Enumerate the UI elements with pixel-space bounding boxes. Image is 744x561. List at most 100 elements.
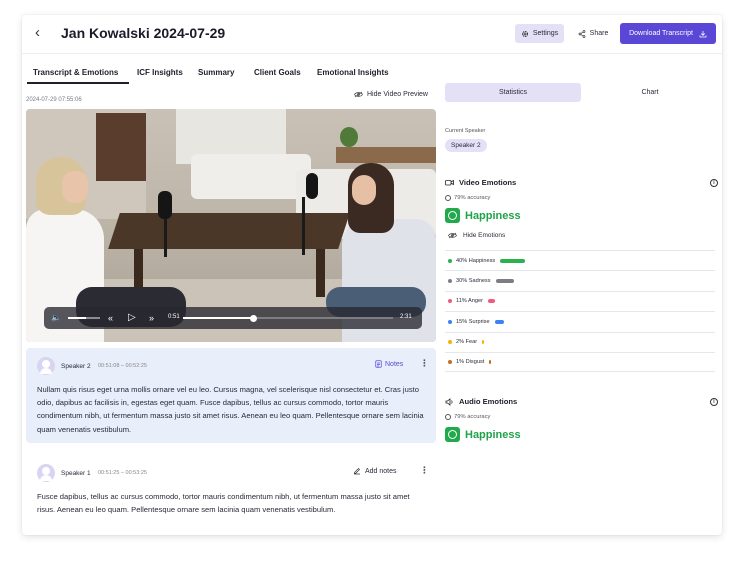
video-emotions-title: Video Emotions <box>445 178 516 187</box>
emotion-label: 11% Anger <box>456 298 483 305</box>
active-tab-indicator <box>27 82 129 84</box>
segment-time: 00:51:25 – 00:53:25 <box>98 470 147 476</box>
emotion-row: 1% Disgust <box>445 351 715 373</box>
info-icon[interactable]: i <box>710 179 718 187</box>
video-camera-icon <box>445 179 454 186</box>
note-icon <box>375 360 382 368</box>
emotion-row: 30% Sadness <box>445 270 715 290</box>
video-main-emotion: Happiness <box>445 208 521 223</box>
video-player[interactable]: 🔈 « ▷ » 0:51 2:31 <box>26 109 436 342</box>
transcript-segment[interactable]: Speaker 1 00:51:25 – 00:53:25 Add notes … <box>26 455 436 535</box>
video-controls: 🔈 « ▷ » 0:51 2:31 <box>44 307 422 329</box>
gear-icon <box>521 30 528 37</box>
emotion-bar <box>494 319 504 324</box>
tab-client-goals[interactable]: Client Goals <box>254 68 301 77</box>
emotion-label: 30% Sadness <box>456 278 491 285</box>
add-notes-button[interactable]: Add notes <box>353 467 397 475</box>
emotion-list: 40% Happiness 30% Sadness 11% Anger 15% … <box>445 250 715 373</box>
page-title: Jan Kowalski 2024-07-29 <box>61 25 226 41</box>
emotion-row: 2% Fear <box>445 331 715 352</box>
emotion-bar <box>495 279 515 284</box>
more-options-icon[interactable]: ⋮ <box>420 465 429 476</box>
emotion-label: 40% Happiness <box>456 257 496 264</box>
tab-icf-insights[interactable]: ICF Insights <box>137 68 183 77</box>
tab-bar: Transcript & Emotions ICF Insights Summa… <box>22 53 722 84</box>
chart-toggle[interactable]: Chart <box>585 83 715 102</box>
audio-emotions-title: Audio Emotions <box>445 397 517 406</box>
statistics-toggle[interactable]: Statistics <box>445 83 581 102</box>
settings-label: Settings <box>532 30 559 37</box>
emotion-dot <box>448 299 452 304</box>
emotion-row: 40% Happiness <box>445 250 715 270</box>
hide-video-preview-button[interactable]: Hide Video Preview <box>354 91 428 98</box>
happiness-icon <box>445 427 460 442</box>
download-icon <box>699 30 707 37</box>
happiness-icon <box>445 208 460 223</box>
emotion-label: 1% Disgust <box>456 359 485 366</box>
volume-slider[interactable] <box>68 317 100 319</box>
audio-accuracy: 79% accuracy <box>445 414 490 420</box>
page-header: ‹ Jan Kowalski 2024-07-29 Settings Share… <box>22 15 722 53</box>
notes-label: Notes <box>385 360 404 368</box>
session-card: ‹ Jan Kowalski 2024-07-29 Settings Share… <box>22 15 722 535</box>
download-transcript-button[interactable]: Download Transcript <box>620 23 716 44</box>
more-options-icon[interactable]: ⋮ <box>420 358 429 369</box>
emotion-bar <box>500 258 525 263</box>
progress-fill <box>183 317 254 319</box>
edit-icon <box>354 468 360 475</box>
progress-handle[interactable] <box>250 314 258 322</box>
share-icon <box>578 29 586 38</box>
segment-text: Nullam quis risus eget urna mollis ornar… <box>37 385 424 434</box>
video-timestamp: 2024-07-29 07:55:06 <box>26 97 82 103</box>
emotion-dot <box>448 360 452 365</box>
notes-button[interactable]: Notes <box>375 360 403 368</box>
duration: 2:31 <box>400 314 412 320</box>
info-icon[interactable]: i <box>710 398 718 406</box>
view-toggle: Statistics Chart <box>445 83 715 102</box>
eye-off-icon <box>448 232 457 239</box>
avatar <box>37 357 55 375</box>
emotion-label: 2% Fear <box>456 339 478 346</box>
emotion-dot <box>448 319 452 324</box>
emotion-dot <box>448 340 452 345</box>
progress-bar[interactable] <box>183 314 393 322</box>
hide-video-label: Hide Video Preview <box>367 91 428 98</box>
emotion-row: 11% Anger <box>445 290 715 311</box>
speaker-icon <box>445 397 453 406</box>
share-label: Share <box>589 30 609 37</box>
emotion-bar <box>487 299 495 304</box>
volume-icon[interactable]: 🔈 <box>51 312 61 324</box>
tab-summary[interactable]: Summary <box>198 68 234 77</box>
speaker-name: Speaker 2 <box>61 363 91 370</box>
play-icon[interactable]: ▷ <box>128 312 136 324</box>
clock-icon <box>445 195 451 201</box>
tab-transcript-emotions[interactable]: Transcript & Emotions <box>33 68 118 77</box>
emotion-row: 15% Surprise <box>445 311 715 331</box>
clock-icon <box>445 414 451 420</box>
emotion-bar <box>489 360 492 365</box>
tab-emotional-insights[interactable]: Emotional Insights <box>317 68 389 77</box>
add-notes-label: Add notes <box>365 467 397 475</box>
eye-off-icon <box>354 91 363 98</box>
avatar <box>37 464 55 482</box>
video-accuracy: 79% accuracy <box>445 195 490 201</box>
audio-main-emotion: Happiness <box>445 427 521 442</box>
current-speaker-chip: Speaker 2 <box>445 139 487 152</box>
segment-time: 00:51:08 – 00:52:25 <box>98 363 147 369</box>
back-icon[interactable]: ‹ <box>35 25 49 40</box>
current-time: 0:51 <box>168 314 180 320</box>
fast-forward-icon[interactable]: » <box>149 312 154 324</box>
current-speaker-label: Current Speaker <box>445 128 486 134</box>
speaker-name: Speaker 1 <box>61 470 91 477</box>
share-button[interactable]: Share <box>573 24 613 43</box>
hide-emotions-button[interactable]: Hide Emotions <box>448 232 505 239</box>
transcript-segment[interactable]: Speaker 2 00:51:08 – 00:52:25 Notes ⋮ Nu… <box>26 348 436 443</box>
settings-button[interactable]: Settings <box>515 24 564 43</box>
emotion-label: 15% Surprise <box>456 318 490 325</box>
emotion-dot <box>448 258 452 263</box>
emotion-dot <box>448 279 452 284</box>
rewind-icon[interactable]: « <box>108 312 113 324</box>
segment-text: Fusce dapibus, tellus ac cursus commodo,… <box>37 492 410 515</box>
download-label: Download Transcript <box>629 30 693 37</box>
emotion-bar <box>482 340 485 345</box>
